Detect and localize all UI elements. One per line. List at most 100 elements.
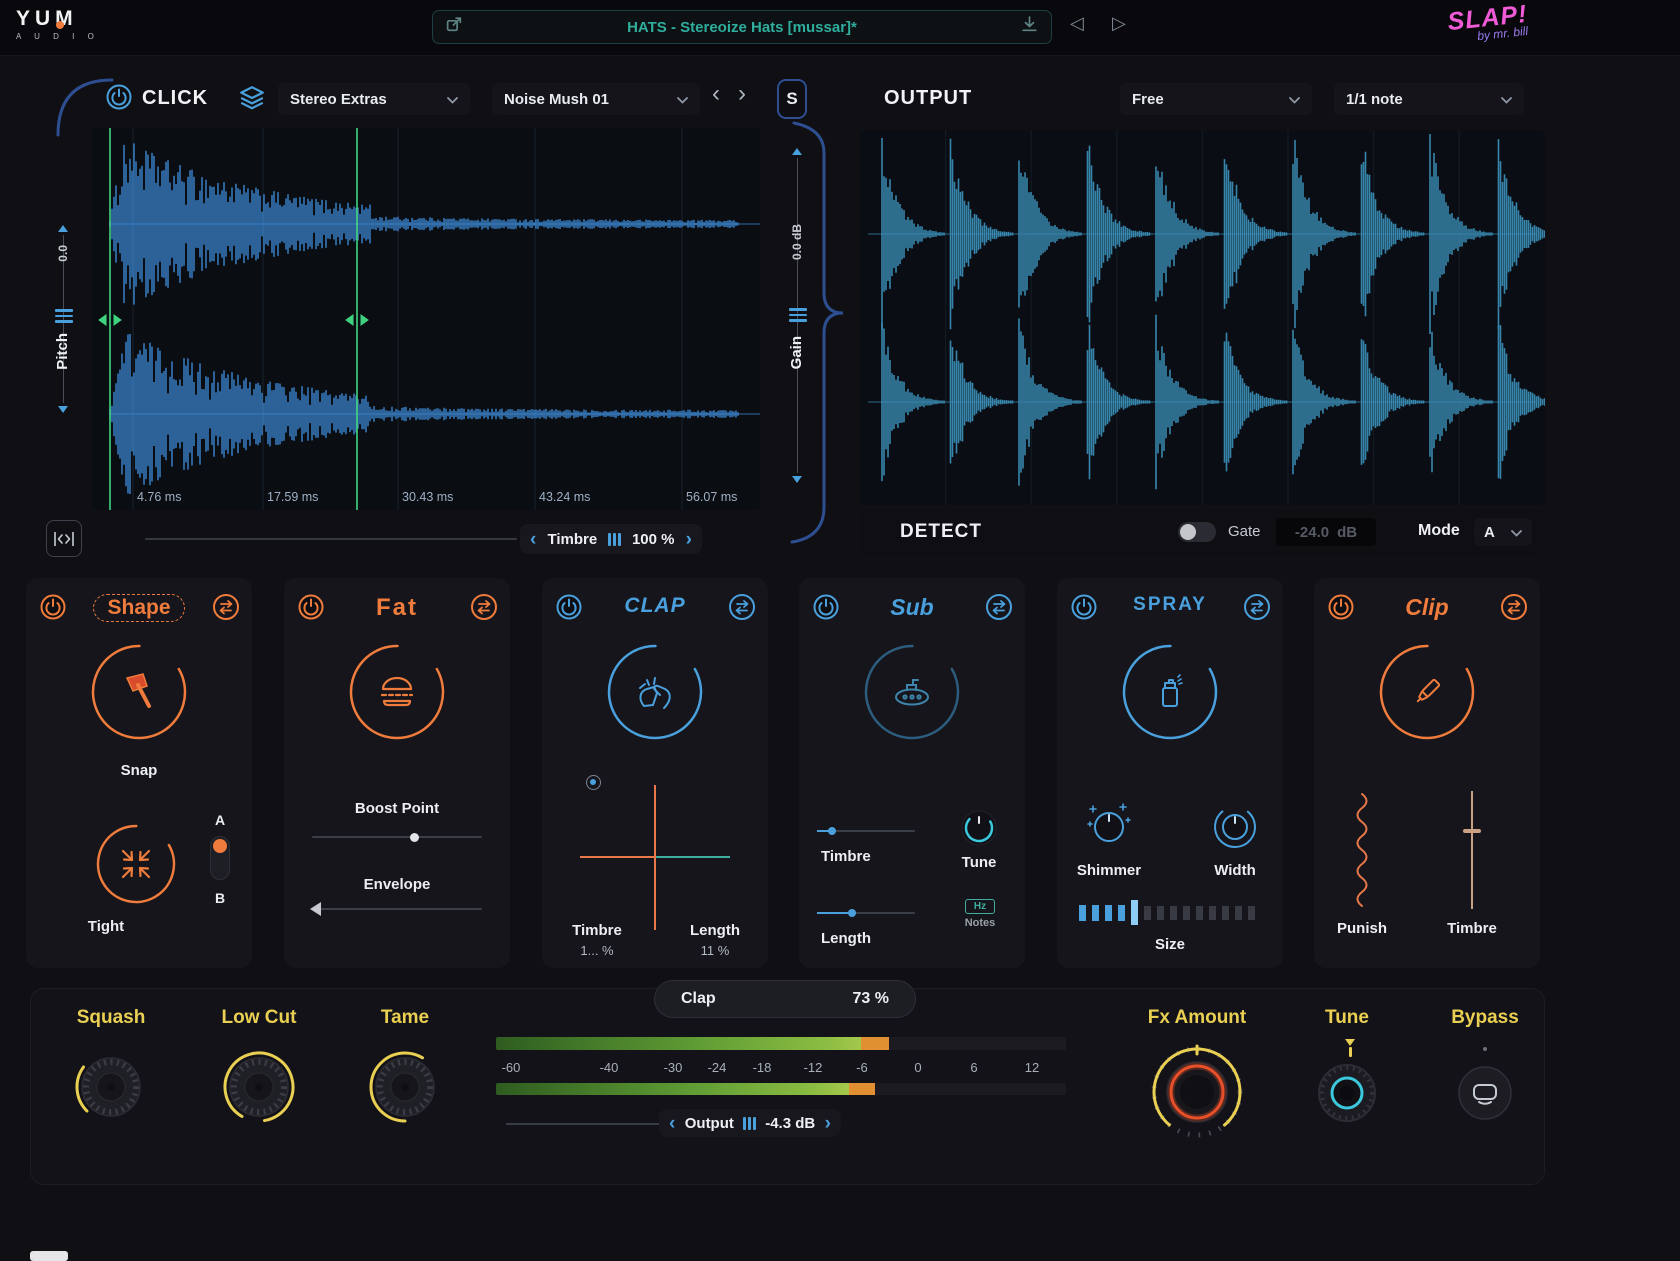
pitch-slider[interactable]: 0.0 Pitch [48,225,78,413]
save-preset-icon[interactable] [1020,15,1039,39]
spray-can-icon [1163,675,1182,706]
clap-mode-radio[interactable] [586,775,601,790]
gate-toggle[interactable] [1178,522,1216,542]
clap-main-knob[interactable] [599,636,711,748]
clap-xy-horizontal-axis-right[interactable] [656,856,730,858]
level-meter-bottom [496,1083,1066,1095]
click-waveform[interactable] [92,128,760,510]
fat-boost-point-slider[interactable] [312,836,482,838]
background-window-artifact [30,1251,68,1261]
pitch-slider-handle[interactable] [55,309,73,323]
brand-subtitle: A U D I O [16,32,99,41]
fx-amount-knob[interactable] [1149,1044,1245,1140]
master-tune-knob[interactable] [1315,1061,1379,1125]
previous-preset-button[interactable]: ◁ [1070,14,1084,32]
shape-ab-toggle-knob[interactable] [213,839,227,853]
clap-mode-radio-dot [590,779,596,785]
sub-length-handle[interactable] [848,909,856,917]
shape-snap-knob[interactable] [83,636,195,748]
timbre-decrement-icon[interactable]: ‹ [530,530,536,549]
squash-knob[interactable] [73,1049,149,1125]
spray-shimmer-knob[interactable] [1085,798,1133,846]
output-gain-slider-track[interactable] [506,1123,671,1125]
output-sync-dropdown[interactable]: Free [1120,83,1312,115]
bypass-button[interactable] [1457,1065,1513,1121]
clip-timbre-handle[interactable] [1463,829,1481,833]
fat-envelope-handle[interactable] [310,902,321,916]
pitch-up-arrow-icon[interactable] [58,225,68,232]
chevron-down-icon [677,91,688,108]
fat-envelope-slider[interactable] [312,908,482,910]
master-tune-label: Tune [1307,1007,1387,1029]
sub-unit-hz-button[interactable]: Hz [965,899,995,914]
drag-grip-icon[interactable] [608,533,621,546]
sub-tune-knob[interactable] [959,808,999,848]
sub-length-slider[interactable] [817,912,915,914]
output-note-dropdown[interactable]: 1/1 note [1334,83,1524,115]
export-preset-icon[interactable] [445,15,464,39]
next-sample-button[interactable]: › [738,80,746,108]
gate-toggle-knob[interactable] [1180,524,1196,540]
preset-browser-bar[interactable]: HATS - Stereoize Hats [mussar]* [432,10,1052,44]
lowcut-knob[interactable] [221,1049,297,1125]
shape-compare-icon[interactable] [212,593,240,621]
clap-compare-icon[interactable] [728,593,756,621]
clip-main-knob[interactable] [1371,636,1483,748]
fat-boost-point-handle[interactable] [410,833,419,842]
spray-width-knob[interactable] [1211,802,1259,850]
fat-main-knob[interactable] [341,636,453,748]
fat-compare-icon[interactable] [470,593,498,621]
parameter-readout-pill[interactable]: Clap 73 % [654,980,916,1018]
spray-main-knob[interactable] [1114,636,1226,748]
gate-threshold-value: -24.0 [1295,524,1329,541]
gain-up-arrow-icon[interactable] [792,148,802,155]
output-increment-icon[interactable]: › [825,1114,831,1133]
tame-knob[interactable] [367,1049,443,1125]
clip-compare-icon[interactable] [1500,593,1528,621]
spray-compare-icon[interactable] [1243,593,1271,621]
output-waveform-display [860,130,1545,505]
gain-slider-handle[interactable] [789,308,807,322]
output-decrement-icon[interactable]: ‹ [669,1114,675,1133]
sub-unit-notes-button[interactable]: Notes [952,917,1008,929]
meter-scale-label: 12 [1014,1060,1050,1075]
click-solo-button[interactable]: S [777,79,807,119]
output-gain-control[interactable]: ‹ Output -4.3 dB › [659,1109,841,1137]
sub-unit-toggle[interactable]: Hz Notes [952,896,1008,929]
shape-tight-knob[interactable] [88,816,184,912]
chevron-down-icon [447,91,458,108]
sub-compare-icon[interactable] [985,593,1013,621]
timbre-label: Timbre [547,531,597,548]
clip-timbre-slider[interactable] [1462,791,1482,909]
gain-slider[interactable]: 0.0 dB Gain [782,148,812,483]
mode-dropdown[interactable]: A [1474,518,1532,546]
clap-xy-horizontal-axis-left[interactable] [580,856,654,858]
gain-down-arrow-icon[interactable] [792,476,802,483]
next-preset-button[interactable]: ▷ [1112,14,1126,32]
sub-main-knob[interactable] [856,636,968,748]
detect-label: DETECT [900,521,982,543]
spray-size-handle[interactable] [1131,900,1138,925]
timbre-increment-icon[interactable]: › [686,530,692,549]
click-waveform-display[interactable]: 4.76 ms17.59 ms30.43 ms43.24 ms56.07 ms [92,128,760,510]
pitch-down-arrow-icon[interactable] [58,406,68,413]
slap-logo: SLAP! by mr. bill [1446,0,1530,46]
click-timbre-control[interactable]: ‹ Timbre 100 % › [520,524,702,554]
previous-sample-button[interactable]: ‹ [712,80,720,108]
clip-punish-slider[interactable] [1350,791,1374,909]
drag-grip-icon[interactable] [743,1117,756,1130]
detect-bar: DETECT Gate -24.0 dB Mode A [860,509,1545,556]
spray-size-meter[interactable] [1079,898,1261,926]
shape-ab-toggle[interactable] [210,836,230,880]
bypass-label: Bypass [1435,1007,1535,1029]
click-layer-dropdown[interactable]: Stereo Extras [278,83,470,115]
click-timbre-slider-track[interactable] [145,538,517,540]
sub-timbre-slider[interactable] [817,830,915,832]
zoom-fit-button[interactable] [46,520,82,557]
click-sample-dropdown[interactable]: Noise Mush 01 [492,83,700,115]
click-power-button[interactable] [106,84,132,110]
marker-pen-icon [1415,679,1440,704]
gate-threshold-field[interactable]: -24.0 dB [1276,518,1376,546]
sub-timbre-handle[interactable] [828,827,836,835]
layers-icon[interactable] [238,84,266,117]
